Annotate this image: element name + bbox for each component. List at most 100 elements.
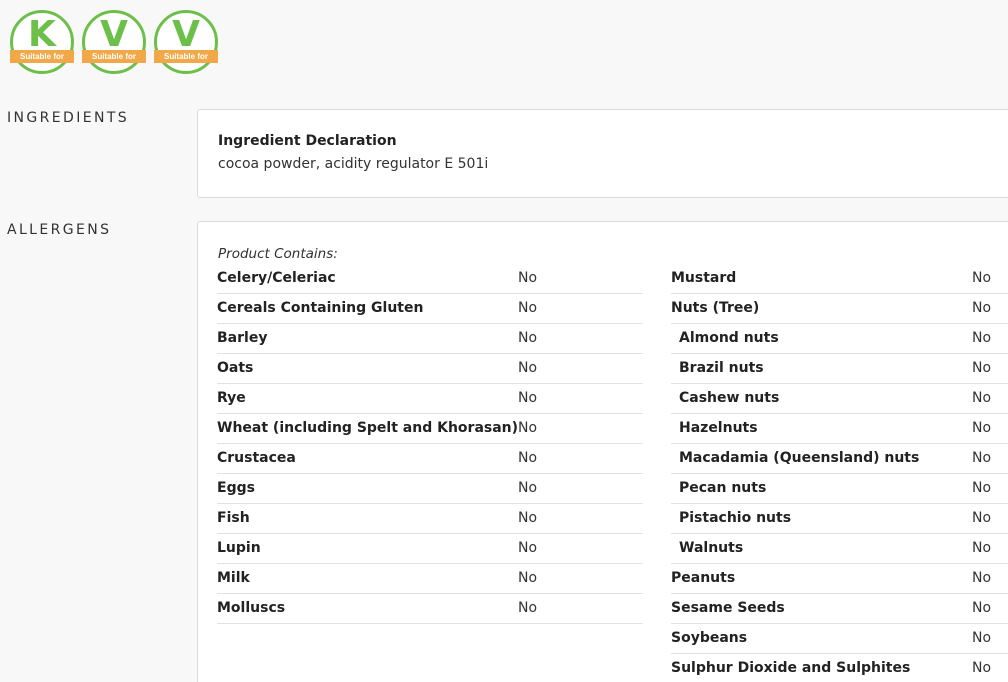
allergen-row: Wheat (including Spelt and Khorasan) No <box>217 414 643 444</box>
allergens-left-column: Celery/Celeriac No Cereals Containing Glu… <box>217 264 643 624</box>
ingredients-card: Ingredient Declaration cocoa powder, aci… <box>197 109 1008 198</box>
allergen-name: Peanuts <box>671 570 736 586</box>
allergen-subrow: Walnuts No <box>671 534 1008 564</box>
kosher-icon: K <box>28 14 56 55</box>
product-contains-label: Product Contains: <box>218 246 338 262</box>
badge-ribbon: Suitable for <box>154 50 218 63</box>
vegan-badge: V Suitable for <box>154 10 218 74</box>
allergen-subrow: Pistachio nuts No <box>671 504 1008 534</box>
allergen-name: Soybeans <box>671 630 748 646</box>
allergen-value: No <box>518 270 538 286</box>
vegetarian-badge: V Suitable for <box>82 10 146 74</box>
allergen-value: No <box>972 360 992 376</box>
allergen-value: No <box>972 600 992 616</box>
allergen-name: Milk <box>217 570 250 586</box>
allergen-name: Barley <box>217 330 268 346</box>
kosher-badge: K Suitable for <box>10 10 74 74</box>
allergen-row: Fish No <box>217 504 643 534</box>
allergen-subrow: Cashew nuts No <box>671 384 1008 414</box>
allergen-row: Sulphur Dioxide and Sulphites No <box>671 654 1008 682</box>
allergen-value: No <box>972 300 992 316</box>
allergen-value: No <box>972 660 992 676</box>
allergen-name: Crustacea <box>217 450 296 466</box>
allergen-value: No <box>518 600 538 616</box>
allergen-value: No <box>518 300 538 316</box>
allergen-value: No <box>972 270 992 286</box>
allergen-row: Eggs No <box>217 474 643 504</box>
allergens-section-label: ALLERGENS <box>7 222 112 238</box>
vegetarian-icon: V <box>100 14 128 55</box>
allergen-value: No <box>972 480 992 496</box>
allergen-row: Mustard No <box>671 264 1008 294</box>
allergen-row: Sesame Seeds No <box>671 594 1008 624</box>
allergen-name: Eggs <box>217 480 255 496</box>
allergen-subrow: Almond nuts No <box>671 324 1008 354</box>
allergen-value: No <box>972 570 992 586</box>
allergen-value: No <box>518 420 538 436</box>
allergen-value: No <box>972 630 992 646</box>
allergen-row: Barley No <box>217 324 643 354</box>
allergen-row: Rye No <box>217 384 643 414</box>
allergen-value: No <box>518 570 538 586</box>
allergen-value: No <box>518 510 538 526</box>
allergen-name: Sesame Seeds <box>671 600 785 616</box>
allergen-name: Pistachio nuts <box>679 510 792 526</box>
allergen-name: Nuts (Tree) <box>671 300 760 316</box>
allergen-value: No <box>518 360 538 376</box>
allergen-value: No <box>518 480 538 496</box>
allergens-right-column: Mustard No Nuts (Tree) No Almond nuts No Br… <box>671 264 1008 682</box>
allergen-value: No <box>972 510 992 526</box>
allergen-row: Oats No <box>217 354 643 384</box>
allergen-row: Soybeans No <box>671 624 1008 654</box>
allergen-value: No <box>972 390 992 406</box>
allergen-name: Walnuts <box>679 540 744 556</box>
allergen-name: Molluscs <box>217 600 286 616</box>
allergen-name: Cereals Containing Gluten <box>217 300 424 316</box>
allergen-name: Wheat (including Spelt and Khorasan) <box>217 420 519 436</box>
ingredient-declaration-text: cocoa powder, acidity regulator E 501i <box>218 156 489 172</box>
allergen-row: Lupin No <box>217 534 643 564</box>
allergen-name: Fish <box>217 510 250 526</box>
allergen-row: Celery/Celeriac No <box>217 264 643 294</box>
allergen-value: No <box>972 330 992 346</box>
allergen-name: Cashew nuts <box>679 390 780 406</box>
allergen-value: No <box>518 540 538 556</box>
allergen-name: Sulphur Dioxide and Sulphites <box>671 660 911 676</box>
allergen-name: Celery/Celeriac <box>217 270 336 286</box>
allergen-value: No <box>518 330 538 346</box>
allergen-name: Lupin <box>217 540 261 556</box>
allergen-row: Cereals Containing Gluten No <box>217 294 643 324</box>
allergen-name: Macadamia (Queensland) nuts <box>679 450 920 466</box>
badge-ribbon: Suitable for <box>10 50 74 63</box>
ingredient-declaration-title: Ingredient Declaration <box>218 133 397 149</box>
allergen-value: No <box>972 420 992 436</box>
allergen-row: Molluscs No <box>217 594 643 624</box>
vegan-icon: V <box>172 14 200 55</box>
badge-ribbon: Suitable for <box>82 50 146 63</box>
allergen-value: No <box>518 450 538 466</box>
allergen-name: Mustard <box>671 270 737 286</box>
badge-ring: K <box>10 10 74 74</box>
allergen-name: Brazil nuts <box>679 360 764 376</box>
ingredients-section-label: INGREDIENTS <box>7 110 130 126</box>
allergen-name: Rye <box>217 390 246 406</box>
allergen-subrow: Pecan nuts No <box>671 474 1008 504</box>
allergen-value: No <box>972 450 992 466</box>
badge-ring: V <box>82 10 146 74</box>
allergen-name: Almond nuts <box>679 330 779 346</box>
allergen-subrow: Hazelnuts No <box>671 414 1008 444</box>
allergen-value: No <box>518 390 538 406</box>
allergen-value: No <box>972 540 992 556</box>
suitability-badges: K Suitable for V Suitable for V Suitable… <box>10 10 218 74</box>
allergen-row: Peanuts No <box>671 564 1008 594</box>
allergen-row: Nuts (Tree) No <box>671 294 1008 324</box>
badge-ring: V <box>154 10 218 74</box>
allergen-row: Crustacea No <box>217 444 643 474</box>
allergen-subrow: Macadamia (Queensland) nuts No <box>671 444 1008 474</box>
allergen-name: Hazelnuts <box>679 420 758 436</box>
allergens-card: Product Contains: Celery/Celeriac No Cere… <box>197 221 1008 682</box>
allergen-name: Oats <box>217 360 254 376</box>
allergen-subrow: Brazil nuts No <box>671 354 1008 384</box>
allergen-name: Pecan nuts <box>679 480 767 496</box>
product-info-page: K Suitable for V Suitable for V Suitable… <box>0 0 1008 682</box>
